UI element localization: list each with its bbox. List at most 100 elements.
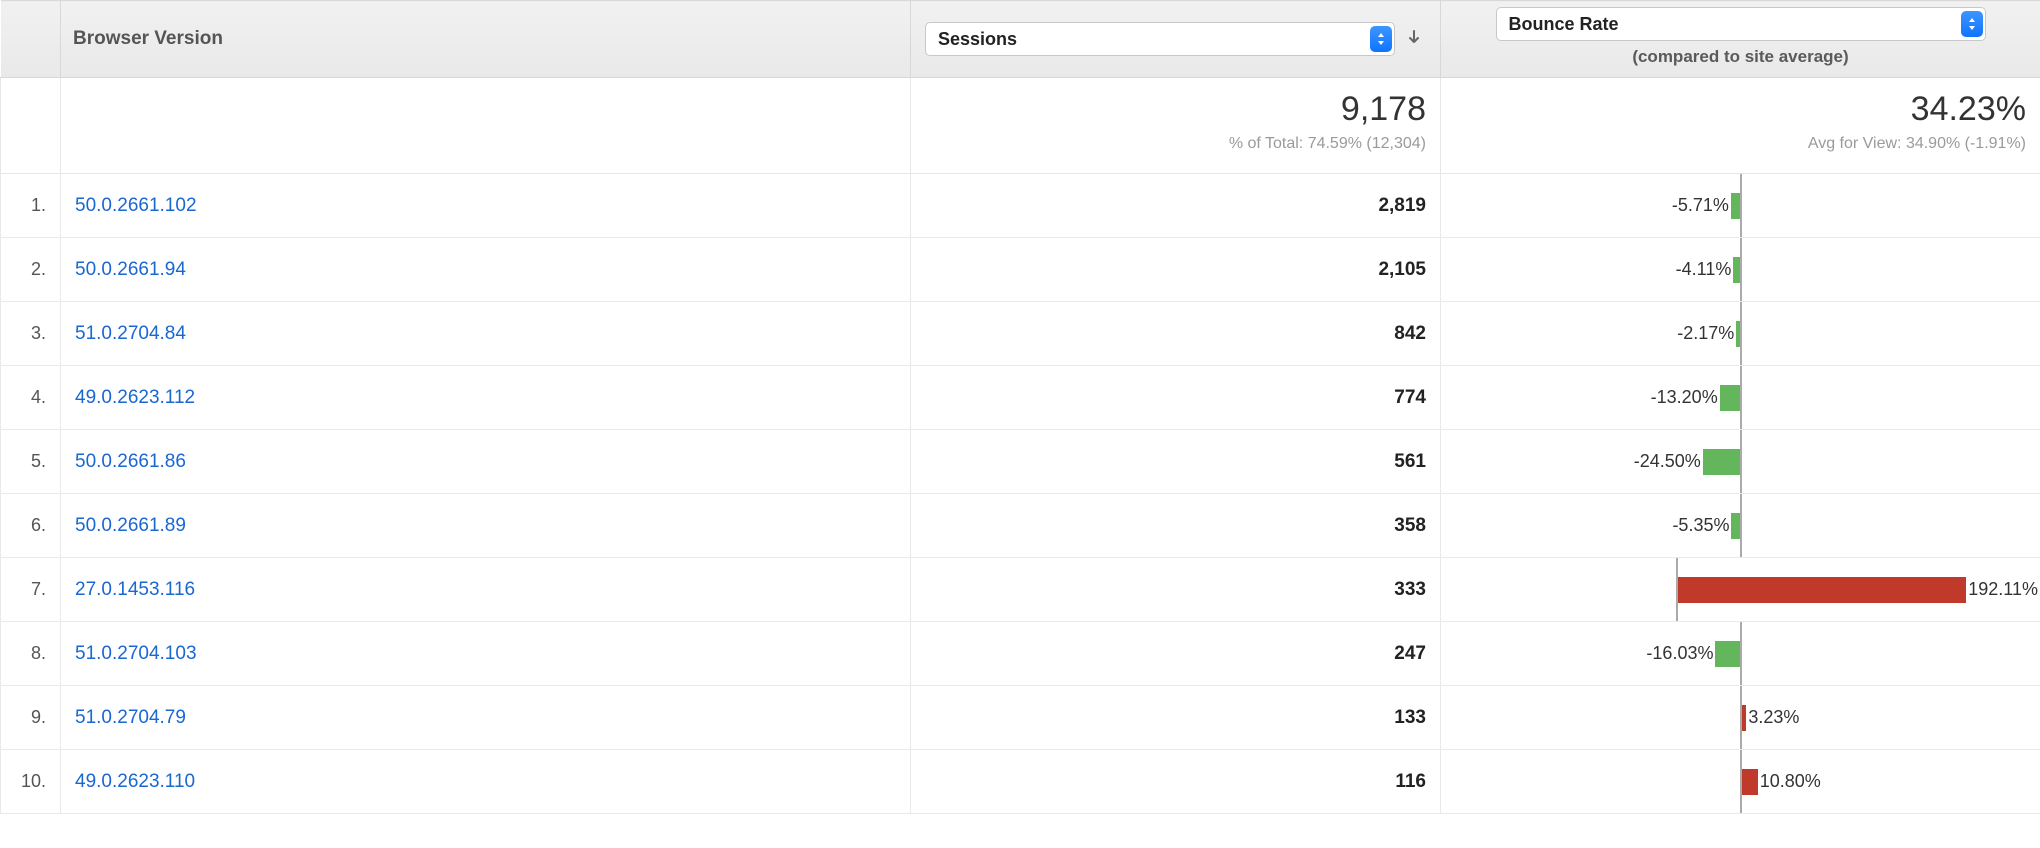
version-link[interactable]: 51.0.2704.103: [75, 643, 197, 664]
delta-label: -2.17%: [1675, 323, 1736, 344]
report-table: Browser Version Sessions Bounce Rate: [0, 0, 2040, 814]
row-bounce-comparison: -24.50%: [1441, 430, 2040, 494]
table-row: 1. 50.0.2661.102 2,819 -5.71%: [1, 174, 2040, 238]
delta-bar-negative: [1731, 193, 1740, 219]
row-index: 9.: [1, 686, 61, 750]
dimension-header[interactable]: Browser Version: [61, 1, 911, 78]
delta-label: -4.11%: [1674, 259, 1734, 280]
table-row: 7. 27.0.1453.116 333 192.11%: [1, 558, 2040, 622]
row-version: 51.0.2704.84: [61, 302, 911, 366]
delta-label: -24.50%: [1632, 451, 1703, 472]
metric2-selected: Bounce Rate: [1509, 14, 1953, 35]
row-index: 5.: [1, 430, 61, 494]
row-bounce-comparison: -4.11%: [1441, 238, 2040, 302]
summary-bounce: 34.23% Avg for View: 34.90% (-1.91%): [1441, 78, 2040, 174]
summary-bounce-value: 34.23%: [1455, 90, 2026, 129]
table-row: 2. 50.0.2661.94 2,105 -4.11%: [1, 238, 2040, 302]
version-link[interactable]: 50.0.2661.86: [75, 451, 186, 472]
row-sessions: 333: [911, 558, 1441, 622]
delta-bar-negative: [1731, 513, 1739, 539]
row-index: 10.: [1, 750, 61, 814]
row-bounce-comparison: -13.20%: [1441, 366, 2040, 430]
summary-sessions: 9,178 % of Total: 74.59% (12,304): [911, 78, 1441, 174]
row-version: 51.0.2704.79: [61, 686, 911, 750]
delta-bar-positive: [1678, 577, 1966, 603]
summary-blank: [1, 78, 61, 174]
row-version: 49.0.2623.110: [61, 750, 911, 814]
sort-descending-icon[interactable]: [1406, 29, 1422, 50]
row-bounce-comparison: -5.71%: [1441, 174, 2040, 238]
version-link[interactable]: 27.0.1453.116: [75, 579, 195, 600]
summary-blank: [61, 78, 911, 174]
row-version: 49.0.2623.112: [61, 366, 911, 430]
row-bounce-comparison: -16.03%: [1441, 622, 2040, 686]
delta-bar-negative: [1703, 449, 1740, 475]
row-index: 2.: [1, 238, 61, 302]
delta-bar-negative: [1715, 641, 1739, 667]
delta-label: 10.80%: [1758, 771, 1823, 792]
row-sessions: 842: [911, 302, 1441, 366]
delta-label: -5.71%: [1670, 195, 1731, 216]
row-sessions: 358: [911, 494, 1441, 558]
version-link[interactable]: 51.0.2704.79: [75, 707, 186, 728]
table-row: 4. 49.0.2623.112 774 -13.20%: [1, 366, 2040, 430]
row-sessions: 774: [911, 366, 1441, 430]
select-toggle-icon: [1370, 26, 1392, 52]
summary-bounce-sub: Avg for View: 34.90% (-1.91%): [1455, 135, 2026, 153]
row-index: 7.: [1, 558, 61, 622]
row-version: 50.0.2661.89: [61, 494, 911, 558]
row-version: 50.0.2661.86: [61, 430, 911, 494]
delta-bar-positive: [1742, 769, 1758, 795]
delta-label: -16.03%: [1644, 643, 1715, 664]
table-row: 6. 50.0.2661.89 358 -5.35%: [1, 494, 2040, 558]
version-link[interactable]: 49.0.2623.112: [75, 387, 195, 408]
version-link[interactable]: 49.0.2623.110: [75, 771, 195, 792]
row-bounce-comparison: -2.17%: [1441, 302, 2040, 366]
row-version: 50.0.2661.94: [61, 238, 911, 302]
row-sessions: 2,819: [911, 174, 1441, 238]
row-index: 1.: [1, 174, 61, 238]
row-index: 4.: [1, 366, 61, 430]
row-version: 27.0.1453.116: [61, 558, 911, 622]
metric1-selected: Sessions: [938, 29, 1362, 50]
row-bounce-comparison: 3.23%: [1441, 686, 2040, 750]
row-version: 50.0.2661.102: [61, 174, 911, 238]
table-row: 10.49.0.2623.11011610.80%: [1, 750, 2040, 814]
metric2-header: Bounce Rate (compared to site average): [1441, 1, 2040, 78]
row-bounce-comparison: -5.35%: [1441, 494, 2040, 558]
version-link[interactable]: 50.0.2661.102: [75, 195, 197, 216]
delta-label: 192.11%: [1966, 579, 2040, 600]
row-sessions: 247: [911, 622, 1441, 686]
delta-bar-negative: [1733, 257, 1739, 283]
metric2-select[interactable]: Bounce Rate: [1496, 7, 1986, 41]
comparison-note: (compared to site average): [1632, 47, 1848, 67]
version-link[interactable]: 51.0.2704.84: [75, 323, 186, 344]
delta-bar-negative: [1720, 385, 1740, 411]
table-row: 3. 51.0.2704.84 842 -2.17%: [1, 302, 2040, 366]
metric1-header: Sessions: [911, 1, 1441, 78]
version-link[interactable]: 50.0.2661.94: [75, 259, 186, 280]
row-bounce-comparison: 192.11%: [1441, 558, 2040, 622]
delta-label: -13.20%: [1649, 387, 1720, 408]
delta-bar-negative: [1736, 321, 1739, 347]
summary-sessions-value: 9,178: [925, 90, 1426, 129]
dimension-label: Browser Version: [73, 28, 223, 49]
delta-label: 3.23%: [1746, 707, 1801, 728]
row-sessions: 133: [911, 686, 1441, 750]
row-index: 3.: [1, 302, 61, 366]
version-link[interactable]: 50.0.2661.89: [75, 515, 186, 536]
row-index: 8.: [1, 622, 61, 686]
row-version: 51.0.2704.103: [61, 622, 911, 686]
row-bounce-comparison: 10.80%: [1441, 750, 2040, 814]
table-body: 1. 50.0.2661.102 2,819 -5.71% 2. 50.0.2661.94…: [1, 174, 2040, 814]
select-toggle-icon: [1961, 11, 1983, 37]
table-row: 8. 51.0.2704.103 247 -16.03%: [1, 622, 2040, 686]
metric1-select[interactable]: Sessions: [925, 22, 1395, 56]
row-index: 6.: [1, 494, 61, 558]
table-row: 5. 50.0.2661.86 561 -24.50%: [1, 430, 2040, 494]
delta-label: -5.35%: [1670, 515, 1731, 536]
row-sessions: 2,105: [911, 238, 1441, 302]
row-sessions: 561: [911, 430, 1441, 494]
header-blank: [1, 1, 61, 78]
summary-sessions-sub: % of Total: 74.59% (12,304): [925, 135, 1426, 153]
